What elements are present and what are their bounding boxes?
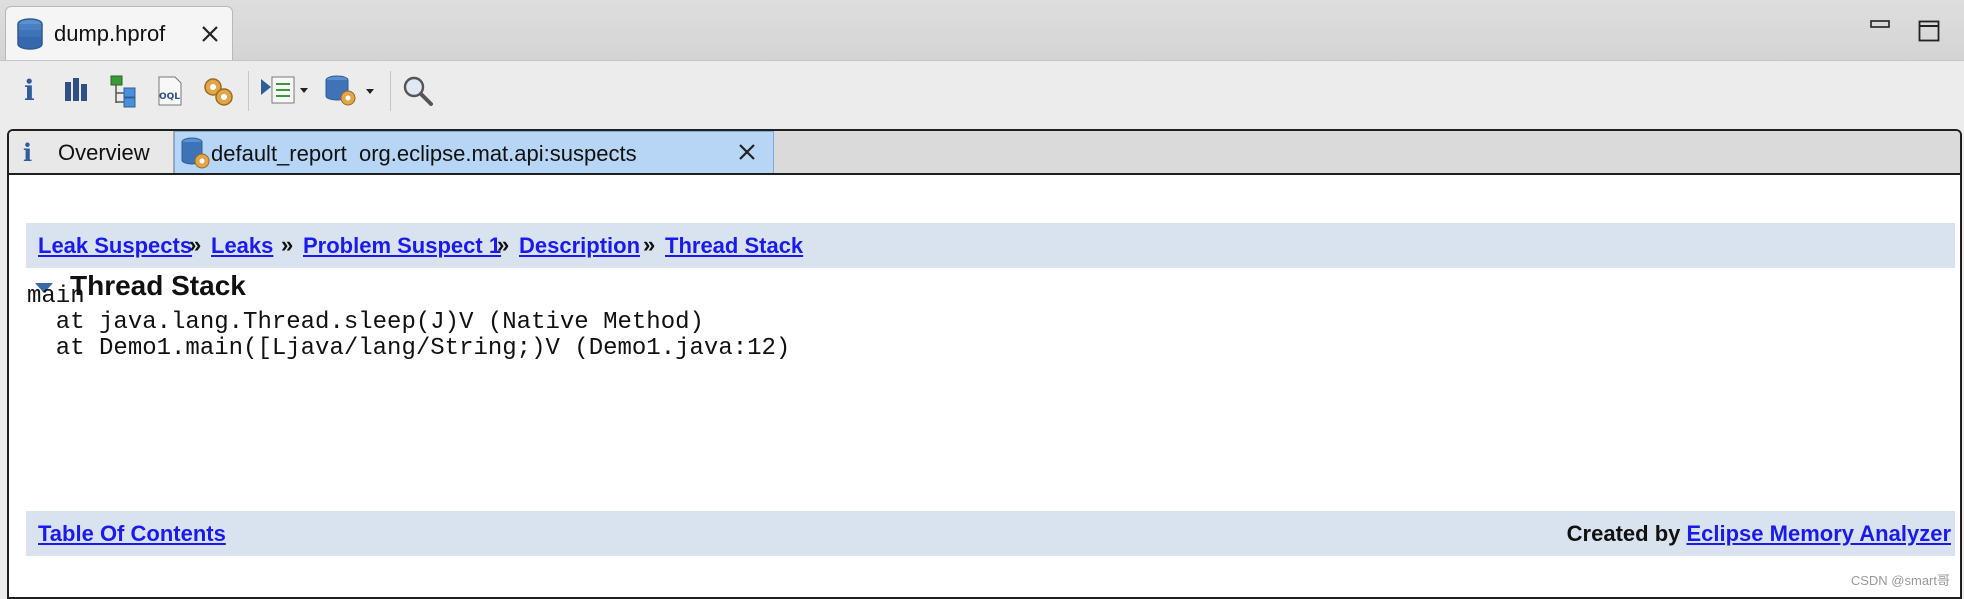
stack-frame: at Demo1.main([Ljava/lang/String;)V (Dem…	[27, 335, 791, 362]
report-footer: Table Of Contents Created by Eclipse Mem…	[26, 511, 1955, 556]
editor-tab-dump[interactable]: dump.hprof	[5, 6, 233, 60]
svg-text:i: i	[24, 74, 35, 107]
subtab-bar: i Overview default_report org.eclipse.ma…	[9, 131, 1960, 175]
section-title: Thread Stack	[70, 270, 246, 301]
stack-frame: at java.lang.Thread.sleep(J)V (Native Me…	[27, 309, 704, 336]
thread-name: main	[27, 283, 85, 310]
editor-tab-bar: dump.hprof	[0, 0, 1964, 61]
breadcrumb: Leak Suspects » Leaks » Problem Suspect …	[26, 223, 1955, 268]
breadcrumb-separator: »	[189, 232, 202, 257]
tab-overview-label: Overview	[58, 140, 150, 165]
dominator-tree-icon[interactable]	[108, 73, 140, 109]
database-icon	[15, 18, 45, 57]
breadcrumb-problem-suspect-1[interactable]: Problem Suspect 1	[303, 233, 501, 259]
run-report-icon[interactable]	[322, 73, 378, 109]
close-icon[interactable]	[200, 24, 220, 49]
breadcrumb-leaks[interactable]: Leaks	[211, 233, 273, 259]
breadcrumb-separator: »	[281, 232, 294, 257]
thread-overview-icon[interactable]	[200, 73, 236, 109]
breadcrumb-separator: »	[497, 232, 510, 257]
histogram-icon[interactable]	[62, 73, 92, 109]
breadcrumb-thread-stack[interactable]: Thread Stack	[665, 233, 803, 259]
created-by: Created by Eclipse Memory Analyzer	[1567, 521, 1951, 547]
maximize-icon[interactable]	[1918, 20, 1940, 42]
watermark: CSDN @smart哥	[1850, 573, 1950, 588]
tab-default-report-label: default_report org.eclipse.mat.api:suspe…	[211, 141, 637, 166]
toolbar: i OQL	[0, 61, 1964, 125]
report-view: i Overview default_report org.eclipse.ma…	[7, 129, 1962, 599]
tab-default-report[interactable]: default_report org.eclipse.mat.api:suspe…	[174, 131, 774, 173]
created-by-label: Created by	[1566, 521, 1687, 546]
search-icon[interactable]	[400, 73, 436, 109]
tab-overview[interactable]: i Overview	[9, 131, 174, 173]
info-icon: i	[23, 138, 33, 167]
breadcrumb-description[interactable]: Description	[519, 233, 640, 259]
query-browser-icon[interactable]	[258, 73, 310, 109]
info-icon[interactable]: i	[18, 73, 42, 109]
table-of-contents-link[interactable]: Table Of Contents	[38, 521, 226, 547]
report-icon	[179, 136, 211, 175]
svg-text:OQL: OQL	[159, 92, 180, 102]
breadcrumb-leak-suspects[interactable]: Leak Suspects	[38, 233, 192, 259]
minimize-icon[interactable]	[1870, 18, 1890, 30]
toolbar-separator	[248, 71, 249, 111]
breadcrumb-separator: »	[643, 232, 656, 257]
editor-tab-title: dump.hprof	[54, 21, 166, 46]
oql-icon[interactable]: OQL	[154, 73, 186, 109]
close-icon[interactable]	[737, 142, 757, 167]
eclipse-memory-analyzer-link[interactable]: Eclipse Memory Analyzer	[1686, 521, 1951, 546]
toolbar-separator	[390, 71, 391, 111]
